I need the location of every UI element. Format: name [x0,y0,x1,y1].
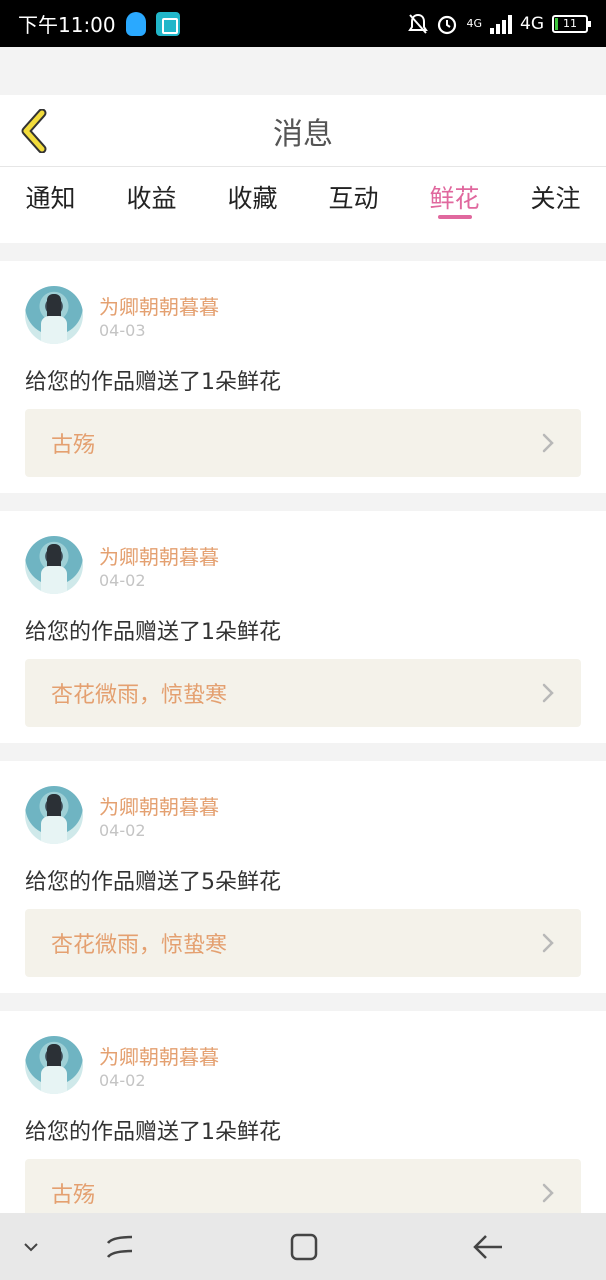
network-small-label: 4G [466,17,482,30]
nav-collapse-button[interactable] [14,1213,48,1280]
tab-follows[interactable]: 关注 [505,167,606,243]
tab-earnings[interactable]: 收益 [101,167,202,243]
back-arrow-icon [473,1234,502,1259]
chevron-right-icon [541,682,555,704]
message-card: 为卿朝朝暮暮 04-02 给您的作品赠送了1朵鲜花 杏花微雨，惊蛰寒 [0,511,606,743]
tab-favorites[interactable]: 收藏 [202,167,303,243]
work-link[interactable]: 古殇 [25,409,581,477]
status-right: 4G 4G 11 [408,13,591,35]
message-text: 给您的作品赠送了1朵鲜花 [25,620,281,645]
network-label: 4G [520,13,544,34]
system-nav-bar [0,1213,606,1280]
avatar[interactable] [25,286,83,344]
message-date: 04-03 [99,321,146,340]
status-bar: 下午11:00 4G 4G 11 [0,0,606,47]
chevron-right-icon [541,1182,555,1204]
scan-icon [155,11,180,36]
battery-icon: 11 [552,14,591,33]
chevron-right-icon [541,432,555,454]
message-date: 04-02 [99,571,146,590]
username[interactable]: 为卿朝朝暮暮 [99,1041,219,1070]
avatar[interactable] [25,786,83,844]
back-button[interactable] [12,107,56,155]
clock: 下午11:00 [18,13,116,37]
message-card: 为卿朝朝暮暮 04-02 给您的作品赠送了1朵鲜花 古殇 [0,1011,606,1213]
battery-text: 11 [563,16,577,30]
work-link[interactable]: 古殇 [25,1159,581,1213]
work-link[interactable]: 杏花微雨，惊蛰寒 [25,659,581,727]
message-card: 为卿朝朝暮暮 04-03 给您的作品赠送了1朵鲜花 古殇 [0,261,606,493]
home-icon [290,1233,318,1260]
tab-bar: 通知 收益 收藏 互动 鲜花 关注 [0,167,606,243]
signal-icon [490,14,512,34]
work-title: 杏花微雨，惊蛰寒 [51,933,228,958]
nav-recents-button[interactable] [96,1213,144,1280]
work-title: 古殇 [51,433,96,458]
tab-flowers[interactable]: 鲜花 [404,167,505,243]
avatar[interactable] [25,536,83,594]
bell-off-icon [408,13,429,35]
chevron-down-icon [24,1242,38,1251]
message-text: 给您的作品赠送了1朵鲜花 [25,1120,281,1145]
avatar[interactable] [25,1036,83,1094]
work-title: 杏花微雨，惊蛰寒 [51,683,228,708]
message-text: 给您的作品赠送了5朵鲜花 [25,870,281,895]
tab-interactions[interactable]: 互动 [303,167,404,243]
message-date: 04-02 [99,1071,146,1090]
username[interactable]: 为卿朝朝暮暮 [99,791,219,820]
tab-notifications[interactable]: 通知 [0,167,101,243]
chevron-left-icon [21,109,47,153]
work-link[interactable]: 杏花微雨，惊蛰寒 [25,909,581,977]
page-title: 消息 [273,116,333,152]
alarm-icon [436,13,458,35]
message-card: 为卿朝朝暮暮 04-02 给您的作品赠送了5朵鲜花 杏花微雨，惊蛰寒 [0,761,606,993]
message-date: 04-02 [99,821,146,840]
status-left: 下午11:00 [18,9,180,38]
qq-icon [125,11,146,36]
message-list: 为卿朝朝暮暮 04-03 给您的作品赠送了1朵鲜花 古殇 为卿朝朝暮暮 04-0… [0,261,606,1213]
username[interactable]: 为卿朝朝暮暮 [99,541,219,570]
work-title: 古殇 [51,1183,96,1208]
header: 消息 [0,95,606,167]
nav-home-button[interactable] [280,1213,328,1280]
message-text: 给您的作品赠送了1朵鲜花 [25,370,281,395]
nav-back-button[interactable] [464,1213,512,1280]
recents-icon [106,1235,133,1258]
username[interactable]: 为卿朝朝暮暮 [99,291,219,320]
chevron-right-icon [541,932,555,954]
